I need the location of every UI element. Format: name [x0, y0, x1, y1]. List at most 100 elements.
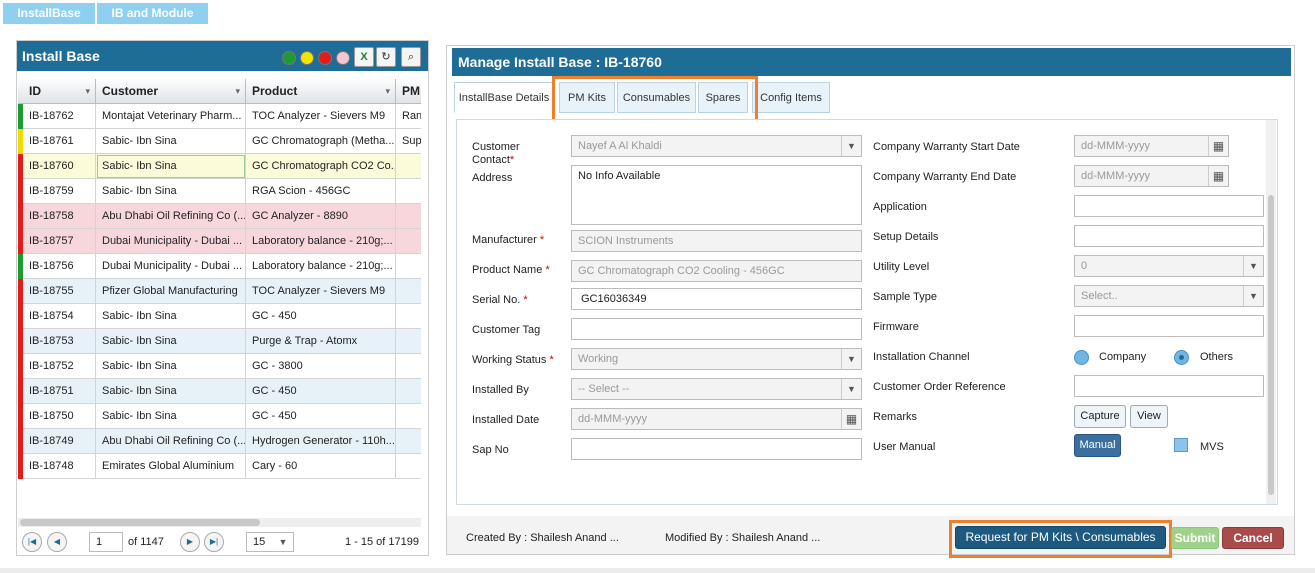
cancel-button[interactable]: Cancel — [1222, 527, 1284, 549]
sap-no-field[interactable] — [571, 438, 862, 460]
vertical-scrollbar[interactable] — [1266, 120, 1276, 504]
next-page-button[interactable]: ▶ — [180, 532, 200, 552]
column-header-customer[interactable]: Customer ▾ — [96, 79, 246, 104]
cell-id: IB-18757 — [23, 229, 96, 254]
customer-tag-field[interactable] — [571, 318, 862, 340]
product-name-field[interactable]: GC Chromatograph CO2 Cooling - 456GC — [571, 260, 862, 282]
customer-contact-select[interactable]: Nayef A Al Khaldi ▼ — [571, 135, 862, 157]
bottom-divider — [0, 568, 1315, 573]
table-row[interactable]: IB-18748 Emirates Global Aluminium Cary - … — [18, 454, 421, 479]
table-row[interactable]: IB-18760 Sabic- Ibn Sina GC Chromatograph … — [18, 154, 421, 179]
installed-date-field[interactable]: dd-MMM-yyyy ▦ — [571, 408, 862, 430]
filter-pink-dot[interactable] — [336, 51, 350, 65]
filter-red-dot[interactable] — [318, 51, 332, 65]
table-row[interactable]: IB-18754 Sabic- Ibn Sina GC - 450 — [18, 304, 421, 329]
radio-company[interactable] — [1074, 350, 1089, 365]
prev-page-button[interactable]: ◀ — [47, 532, 67, 552]
table-row[interactable]: IB-18749 Abu Dhabi Oil Refining Co (... Hy… — [18, 429, 421, 454]
cell-pm — [396, 279, 421, 304]
chevron-down-icon: ▼ — [1243, 256, 1263, 276]
table-row[interactable]: IB-18753 Sabic- Ibn Sina Purge & Trap - At… — [18, 329, 421, 354]
view-button[interactable]: View — [1130, 405, 1168, 428]
table-row[interactable]: IB-18756 Dubai Municipality - Dubai ... La… — [18, 254, 421, 279]
cell-pm — [396, 304, 421, 329]
submit-button[interactable]: Submit — [1171, 527, 1219, 549]
last-page-button[interactable]: ▶| — [204, 532, 224, 552]
table-row[interactable]: IB-18762 Montajat Veterinary Pharm... TOC … — [18, 104, 421, 129]
tab-installbase[interactable]: InstallBase — [3, 3, 95, 24]
address-field[interactable]: No Info Available — [571, 165, 862, 225]
table-row[interactable]: IB-18751 Sabic- Ibn Sina GC - 450 — [18, 379, 421, 404]
filter-yellow-dot[interactable] — [300, 51, 314, 65]
table-row[interactable]: IB-18759 Sabic- Ibn Sina RGA Scion - 456GC — [18, 179, 421, 204]
cell-id: IB-18749 — [23, 429, 96, 454]
calendar-icon[interactable]: ▦ — [1208, 166, 1228, 186]
cell-pm — [396, 354, 421, 379]
request-pm-kits-consumables-button[interactable]: Request for PM Kits \ Consumables — [955, 526, 1166, 549]
column-header-id[interactable]: ID ▾ — [23, 79, 96, 104]
manufacturer-field[interactable]: SCION Instruments — [571, 230, 862, 252]
cell-product: GC - 3800 — [246, 354, 396, 379]
radio-company-label: Company — [1099, 351, 1147, 363]
installed-date-label: Installed Date — [472, 414, 540, 426]
utility-level-select[interactable]: 0 ▼ — [1074, 255, 1264, 277]
refresh-icon[interactable]: ↻ — [376, 47, 396, 67]
installed-by-select[interactable]: -- Select -- ▼ — [571, 378, 862, 400]
firmware-field[interactable] — [1074, 315, 1264, 337]
company-warranty-start-field[interactable]: dd-MMM-yyyy ▦ — [1074, 135, 1229, 157]
mvs-label: MVS — [1200, 441, 1224, 453]
mvs-checkbox[interactable] — [1174, 438, 1188, 452]
page-size-select[interactable]: 15 ▼ — [246, 532, 294, 552]
cell-id: IB-18756 — [23, 254, 96, 279]
table-row[interactable]: IB-18757 Dubai Municipality - Dubai ... La… — [18, 229, 421, 254]
radio-others[interactable] — [1174, 350, 1189, 365]
cell-id: IB-18750 — [23, 404, 96, 429]
column-header-product[interactable]: Product ▾ — [246, 79, 396, 104]
cell-pm — [396, 254, 421, 279]
serial-no-label: Serial No. * — [472, 294, 528, 306]
sample-type-select[interactable]: Select.. ▼ — [1074, 285, 1264, 307]
page-input[interactable]: 1 — [89, 532, 123, 552]
working-status-label: Working Status * — [472, 354, 554, 366]
working-status-select[interactable]: Working ▼ — [571, 348, 862, 370]
horizontal-scrollbar[interactable] — [18, 518, 421, 527]
application-field[interactable] — [1074, 195, 1264, 217]
sap-no-label: Sap No — [472, 444, 509, 456]
table-row[interactable]: IB-18758 Abu Dhabi Oil Refining Co (... GC… — [18, 204, 421, 229]
serial-no-field[interactable]: GC16036349 — [571, 288, 862, 310]
customer-order-reference-label: Customer Order Reference — [873, 381, 1006, 393]
setup-details-field[interactable] — [1074, 225, 1264, 247]
cell-id: IB-18759 — [23, 179, 96, 204]
cell-customer: Sabic- Ibn Sina — [96, 404, 246, 429]
tab-installbase-details[interactable]: InstallBase Details — [454, 82, 554, 113]
manage-install-base-panel: Manage Install Base : IB-18760 InstallBa… — [446, 45, 1295, 558]
excel-export-icon[interactable]: X — [354, 47, 374, 67]
company-warranty-end-field[interactable]: dd-MMM-yyyy ▦ — [1074, 165, 1229, 187]
cell-id: IB-18753 — [23, 329, 96, 354]
tab-ib-and-module[interactable]: IB and Module — [97, 3, 208, 24]
table-row[interactable]: IB-18750 Sabic- Ibn Sina GC - 450 — [18, 404, 421, 429]
column-header-pm[interactable]: PM — [396, 79, 421, 104]
capture-button[interactable]: Capture — [1074, 405, 1126, 428]
address-label: Address — [472, 172, 513, 184]
first-page-button[interactable]: |◀ — [22, 532, 42, 552]
customer-order-reference-field[interactable] — [1074, 375, 1264, 397]
cell-customer: Dubai Municipality - Dubai ... — [96, 254, 246, 279]
cell-customer: Sabic- Ibn Sina — [96, 304, 246, 329]
manufacturer-label: Manufacturer * — [472, 234, 545, 246]
table-row[interactable]: IB-18761 Sabic- Ibn Sina GC Chromatograph … — [18, 129, 421, 154]
cell-product: GC - 450 — [246, 379, 396, 404]
product-name-label: Product Name * — [472, 264, 550, 276]
filter-green-dot[interactable] — [282, 51, 296, 65]
tab-config-items[interactable]: Config Items — [752, 82, 830, 113]
cell-id: IB-18754 — [23, 304, 96, 329]
manual-button[interactable]: Manual — [1074, 434, 1121, 457]
cell-id: IB-18751 — [23, 379, 96, 404]
cell-product: GC Chromatograph (Metha... — [246, 129, 396, 154]
search-icon[interactable]: ⌕ — [401, 47, 421, 67]
calendar-icon[interactable]: ▦ — [1208, 136, 1228, 156]
calendar-icon[interactable]: ▦ — [841, 409, 861, 429]
table-row[interactable]: IB-18752 Sabic- Ibn Sina GC - 3800 — [18, 354, 421, 379]
created-by: Created By : Shailesh Anand ... — [466, 532, 619, 544]
table-row[interactable]: IB-18755 Pfizer Global Manufacturing TOC A… — [18, 279, 421, 304]
